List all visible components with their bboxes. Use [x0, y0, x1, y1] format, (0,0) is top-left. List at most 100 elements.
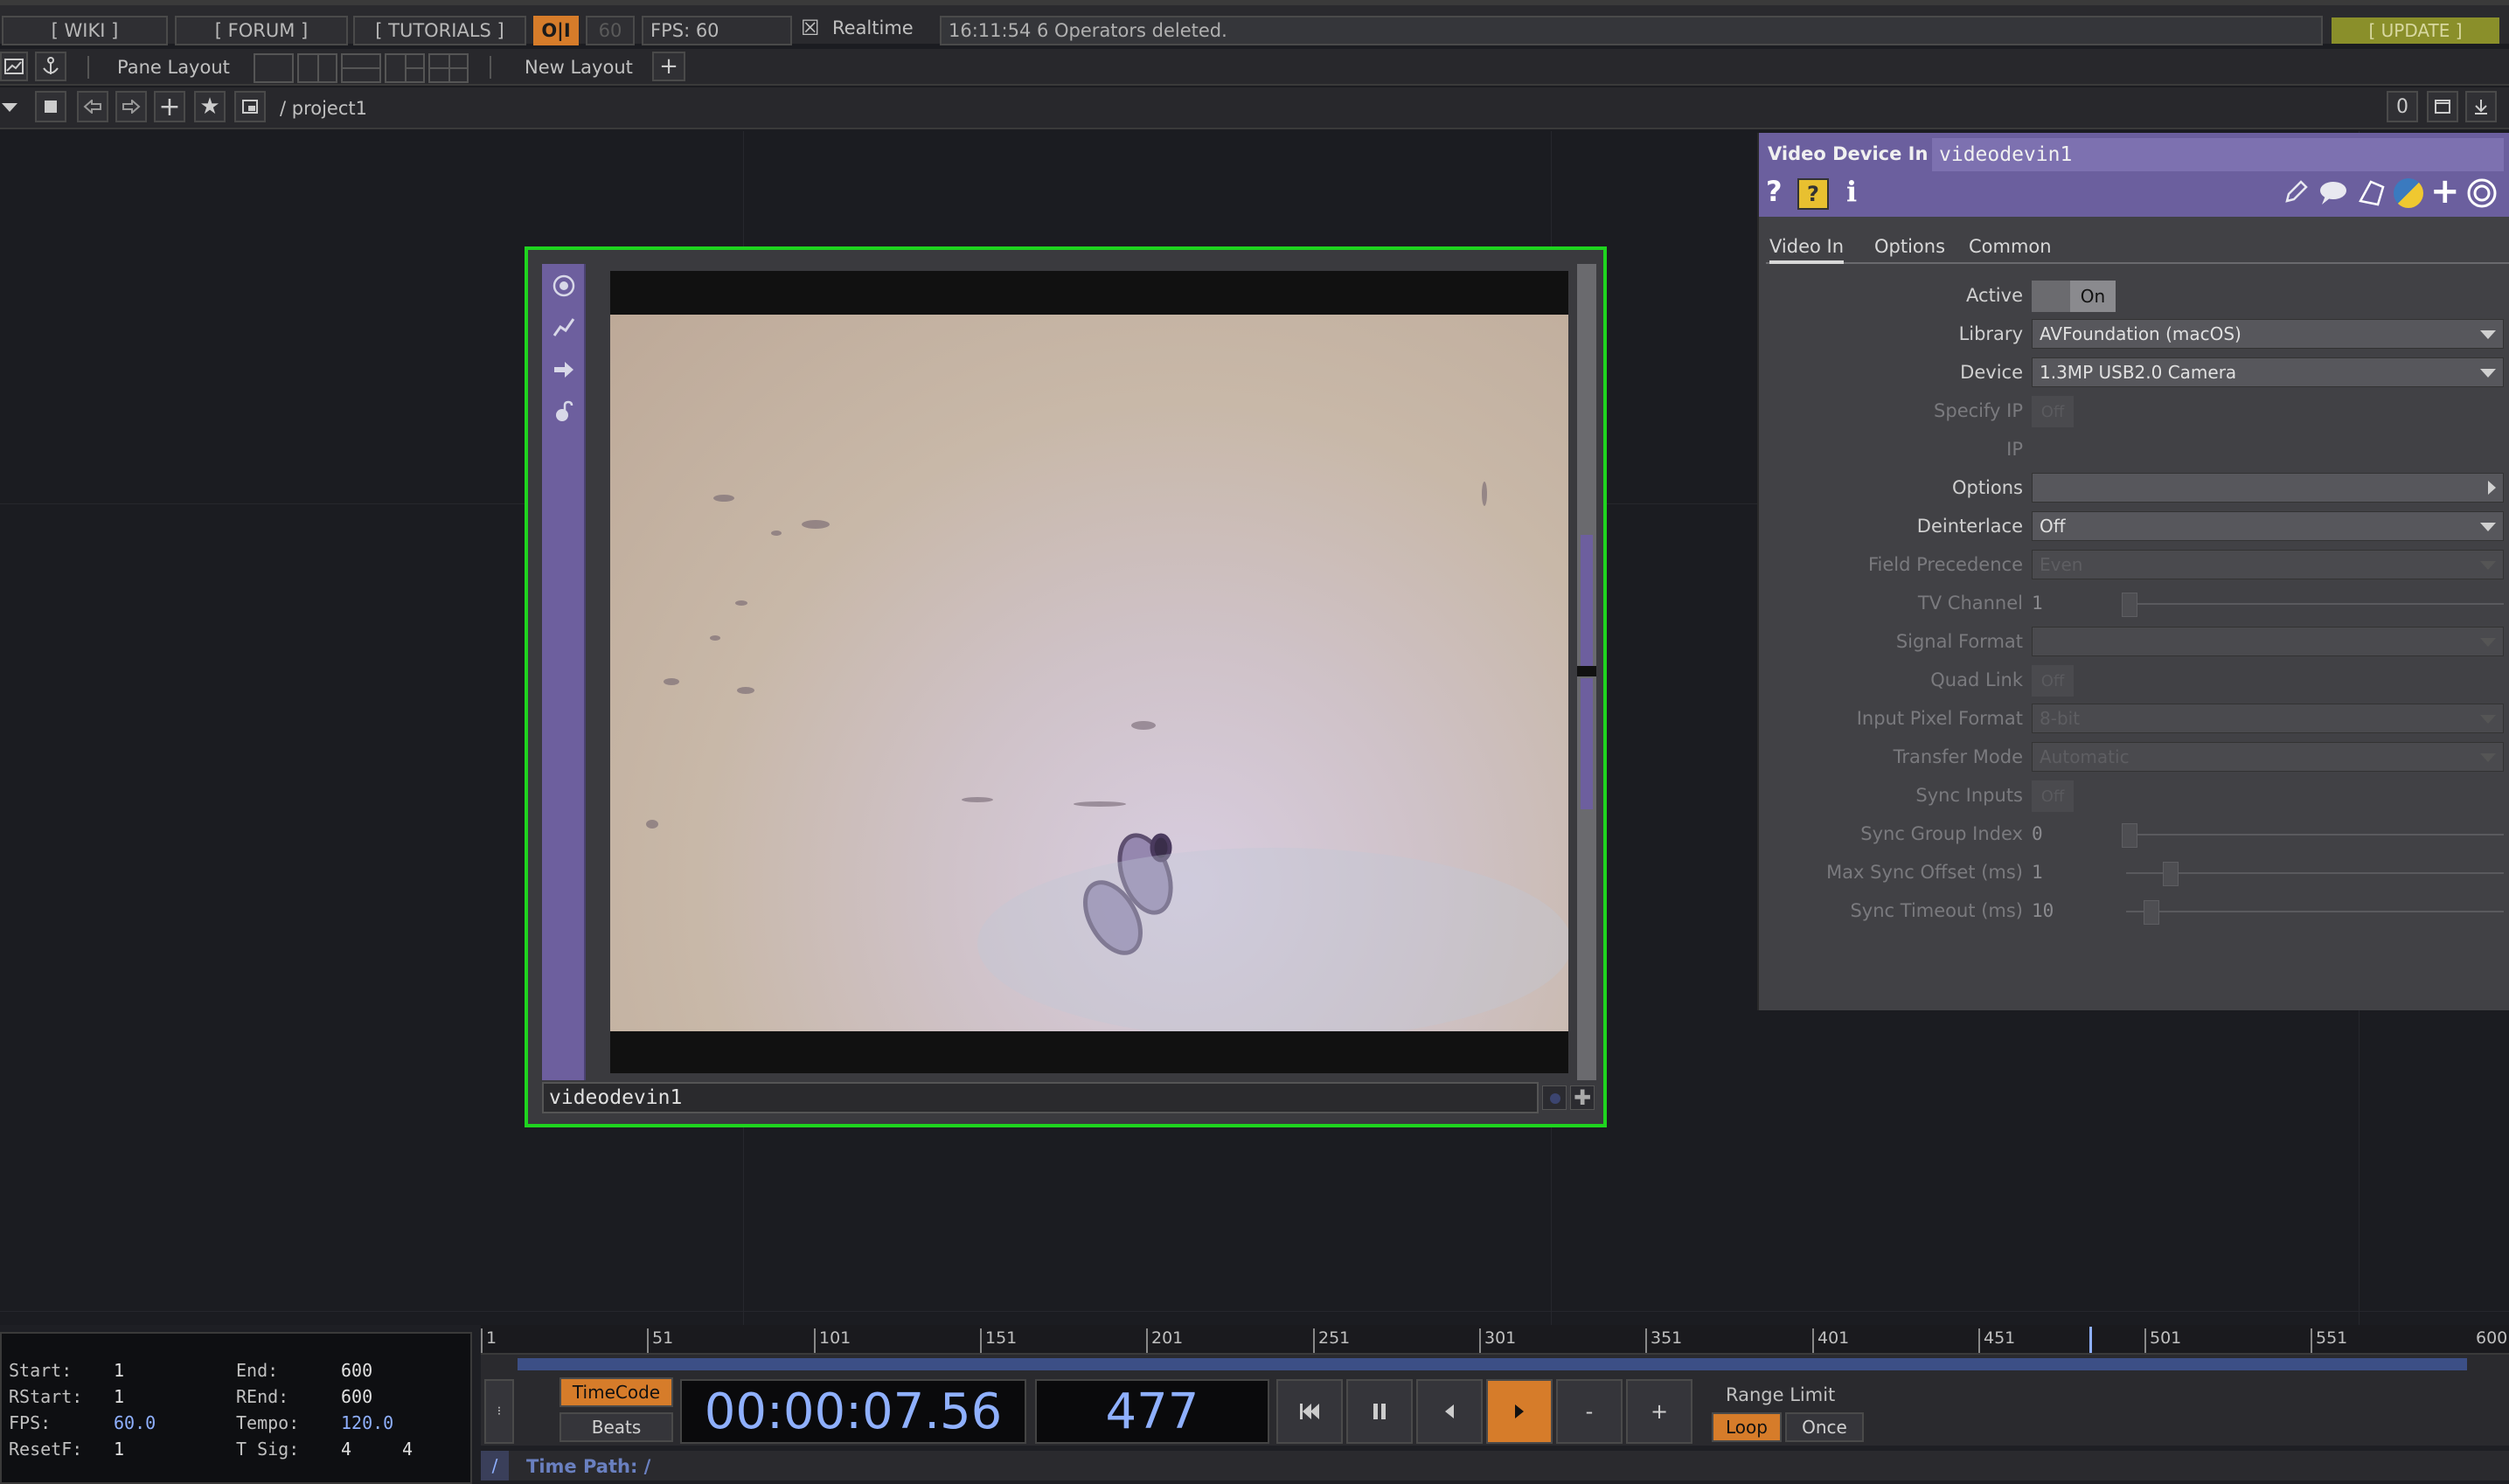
param-menu-field-precedence[interactable]: Even — [2032, 550, 2504, 579]
timeline-ruler[interactable]: 1 51 101 151 201 251 301 351 401 451 501 551 600 — [481, 1325, 2509, 1355]
tsig-denominator[interactable]: 4 — [402, 1439, 413, 1460]
pause-icon[interactable] — [1346, 1379, 1413, 1444]
layout-three-pane-button[interactable] — [385, 53, 425, 83]
time-path-label[interactable]: Time Path: / — [526, 1456, 650, 1477]
cooking-icon[interactable] — [553, 316, 575, 339]
rewind-to-start-icon[interactable] — [1276, 1379, 1343, 1444]
pane-menu-icon[interactable] — [2, 103, 17, 112]
node-viewer-active-icon[interactable] — [1542, 1085, 1567, 1110]
param-slider-sync-timeout-ms[interactable] — [2126, 911, 2504, 912]
slider-knob[interactable] — [2122, 823, 2137, 848]
tsig-numerator[interactable]: 4 — [341, 1439, 351, 1460]
param-menu-deinterlace[interactable]: Off — [2032, 511, 2504, 541]
collapse-down-icon[interactable] — [2465, 91, 2497, 122]
time-path-root[interactable]: / — [481, 1451, 509, 1481]
play-backward-icon[interactable] — [1416, 1379, 1483, 1444]
param-toggle-quad-link[interactable]: Off — [2032, 665, 2074, 697]
param-slider-tv-channel[interactable] — [2126, 603, 2504, 605]
add-parameter-icon[interactable]: + — [2430, 171, 2460, 212]
wiki-button[interactable]: [ WIKI ] — [2, 16, 168, 45]
once-button[interactable]: Once — [1785, 1412, 1864, 1442]
param-value-sync-timeout-ms[interactable]: 10 — [2032, 900, 2054, 921]
param-menu-transfer-mode[interactable]: Automatic — [2032, 742, 2504, 772]
export-arrow-icon[interactable] — [553, 358, 575, 381]
param-menu-signal-format[interactable] — [2032, 627, 2504, 656]
anchor-icon[interactable] — [35, 52, 66, 81]
param-menu-options[interactable] — [2032, 473, 2504, 503]
param-toggle-active[interactable]: On — [2032, 281, 2116, 312]
tutorials-button[interactable]: [ TUTORIALS ] — [353, 16, 526, 45]
tab-options[interactable]: Options — [1874, 236, 1945, 257]
stop-icon[interactable] — [35, 91, 66, 122]
end-value[interactable]: 600 — [341, 1360, 372, 1381]
timeline-options-icon[interactable]: ⁝ — [484, 1379, 514, 1444]
clone-icon[interactable] — [2357, 178, 2387, 208]
info-icon[interactable]: i — [1846, 175, 1857, 208]
lock-icon[interactable] — [553, 400, 575, 423]
param-toggle-sync-inputs[interactable]: Off — [2032, 780, 2074, 812]
resetf-value[interactable]: 1 — [114, 1439, 124, 1460]
rstart-value[interactable]: 1 — [114, 1386, 124, 1407]
edit-pencil-icon[interactable] — [2282, 178, 2310, 206]
layout-split-vertical-button[interactable] — [297, 53, 337, 83]
param-value-tv-channel[interactable]: 1 — [2032, 593, 2043, 614]
timecode-display[interactable]: 00:00:07.56 — [680, 1379, 1026, 1444]
playhead[interactable] — [2089, 1327, 2092, 1353]
timecode-mode-button[interactable]: TimeCode — [559, 1377, 673, 1407]
param-slider-sync-group-index[interactable] — [2126, 834, 2504, 836]
param-menu-device[interactable]: 1.3MP USB2.0 Camera — [2032, 357, 2504, 387]
tab-common[interactable]: Common — [1969, 236, 2052, 257]
beats-mode-button[interactable]: Beats — [559, 1412, 673, 1442]
help-icon[interactable]: ? — [1766, 175, 1783, 208]
scroll-thumb-lower[interactable] — [1581, 678, 1593, 809]
fps-value[interactable]: 60.0 — [114, 1412, 156, 1433]
param-value-sync-group-index[interactable]: 0 — [2032, 823, 2043, 844]
videodevin-node[interactable]: videodevin1 ✚ — [525, 246, 1607, 1127]
fps-limit-field[interactable]: 60 — [586, 16, 635, 45]
timeline-range-bar[interactable] — [481, 1355, 2509, 1374]
network-path[interactable]: / project1 — [280, 98, 367, 119]
layout-split-horizontal-button[interactable] — [341, 53, 381, 83]
layout-four-pane-button[interactable] — [428, 53, 469, 83]
frame-display[interactable]: 477 — [1035, 1379, 1269, 1444]
scroll-thumb-upper[interactable] — [1581, 535, 1593, 666]
play-forward-icon[interactable] — [1486, 1379, 1553, 1444]
realtime-checkbox[interactable]: ☒ — [801, 16, 820, 40]
comment-bubble-icon[interactable] — [2318, 180, 2348, 206]
param-value-max-sync-offset-ms[interactable]: 1 — [2032, 862, 2043, 883]
param-menu-library[interactable]: AVFoundation (macOS) — [2032, 319, 2504, 349]
slider-knob[interactable] — [2144, 900, 2159, 925]
tab-video-in[interactable]: Video In — [1769, 236, 1845, 264]
layout-single-button[interactable] — [254, 53, 294, 83]
forward-arrow-icon[interactable] — [115, 91, 147, 122]
bookmark-star-icon[interactable]: ★ — [194, 91, 226, 122]
pane-link-icon[interactable] — [234, 91, 266, 122]
tempo-value[interactable]: 120.0 — [341, 1412, 393, 1433]
pane-type-icon[interactable] — [0, 52, 28, 81]
step-back-button[interactable]: - — [1556, 1379, 1623, 1444]
target-icon[interactable] — [2467, 178, 2497, 208]
viewer-toggle-icon[interactable] — [553, 274, 575, 297]
start-value[interactable]: 1 — [114, 1360, 124, 1381]
add-icon[interactable]: + — [154, 91, 185, 122]
back-arrow-icon[interactable] — [77, 91, 108, 122]
param-slider-max-sync-offset-ms[interactable] — [2126, 872, 2504, 874]
node-expand-icon[interactable]: ✚ — [1570, 1085, 1595, 1110]
add-layout-button[interactable]: + — [652, 52, 685, 81]
pane-counter[interactable]: 0 — [2387, 91, 2418, 122]
rend-value[interactable]: 600 — [341, 1386, 372, 1407]
node-name-field[interactable]: videodevin1 — [542, 1082, 1539, 1113]
cook-toggle-button[interactable]: O|I — [533, 16, 579, 45]
op-name-field[interactable]: videodevin1 — [1932, 138, 2504, 171]
operator-help-icon[interactable]: ? — [1797, 178, 1829, 210]
step-forward-button[interactable]: + — [1626, 1379, 1692, 1444]
node-scrollbar[interactable] — [1577, 264, 1596, 1080]
forum-button[interactable]: [ FORUM ] — [175, 16, 348, 45]
param-menu-input-pixel-format[interactable]: 8-bit — [2032, 704, 2504, 733]
loop-button[interactable]: Loop — [1712, 1412, 1782, 1442]
slider-knob[interactable] — [2163, 862, 2179, 886]
slider-knob[interactable] — [2122, 593, 2137, 617]
python-icon[interactable] — [2394, 178, 2423, 208]
maximize-icon[interactable] — [2427, 91, 2458, 122]
update-button[interactable]: [ UPDATE ] — [2332, 17, 2499, 44]
